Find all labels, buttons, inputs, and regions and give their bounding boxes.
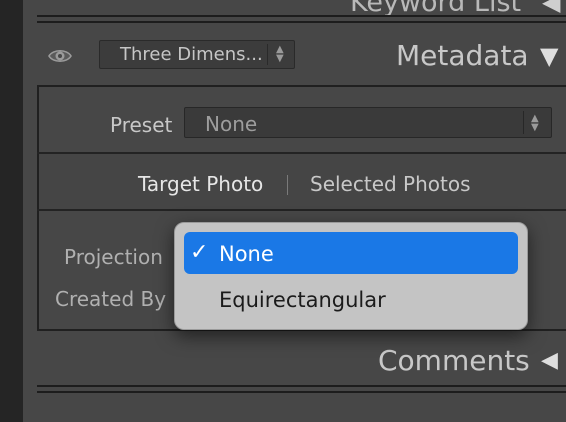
left-panel-strip <box>0 0 24 422</box>
metadata-preset-value: Three Dimens... <box>120 44 263 65</box>
menu-item-label: Equirectangular <box>219 288 386 312</box>
updown-arrows-icon: ▲ ▼ <box>531 113 539 133</box>
menu-item-equirectangular[interactable]: Equirectangular <box>184 278 518 320</box>
metadata-panel-title[interactable]: Metadata <box>396 39 529 72</box>
menu-item-label: None <box>219 242 274 266</box>
metadata-preset-dropdown[interactable]: Three Dimens... ▲ ▼ <box>99 40 295 69</box>
preset-dropdown-value: None <box>205 112 258 136</box>
target-tabs-bar <box>39 154 566 210</box>
triangle-down-icon[interactable]: ▼ <box>540 42 558 70</box>
divider <box>37 15 566 17</box>
comments-panel-title[interactable]: Comments <box>378 344 530 377</box>
triangle-left-icon[interactable]: ◀ <box>541 348 558 373</box>
tab-selected-photos[interactable]: Selected Photos <box>310 172 471 196</box>
updown-arrows-icon: ▲ ▼ <box>276 44 284 64</box>
projection-dropdown-menu: ✓ None Equirectangular <box>174 222 528 330</box>
divider <box>523 111 524 134</box>
triangle-left-icon[interactable]: ◀ <box>542 0 560 16</box>
projection-label: Projection <box>64 245 163 269</box>
created-by-label: Created By <box>55 287 167 311</box>
divider <box>37 209 566 211</box>
divider <box>37 385 566 387</box>
divider <box>37 391 566 393</box>
divider <box>37 21 566 23</box>
tab-separator <box>287 175 288 195</box>
checkmark-icon: ✓ <box>190 240 209 265</box>
divider <box>267 44 268 65</box>
menu-item-none[interactable]: ✓ None <box>184 232 518 274</box>
tab-target-photo[interactable]: Target Photo <box>138 172 263 196</box>
eye-icon[interactable] <box>47 43 73 69</box>
preset-label: Preset <box>110 113 173 137</box>
preset-dropdown[interactable]: None ▲ ▼ <box>184 107 552 138</box>
